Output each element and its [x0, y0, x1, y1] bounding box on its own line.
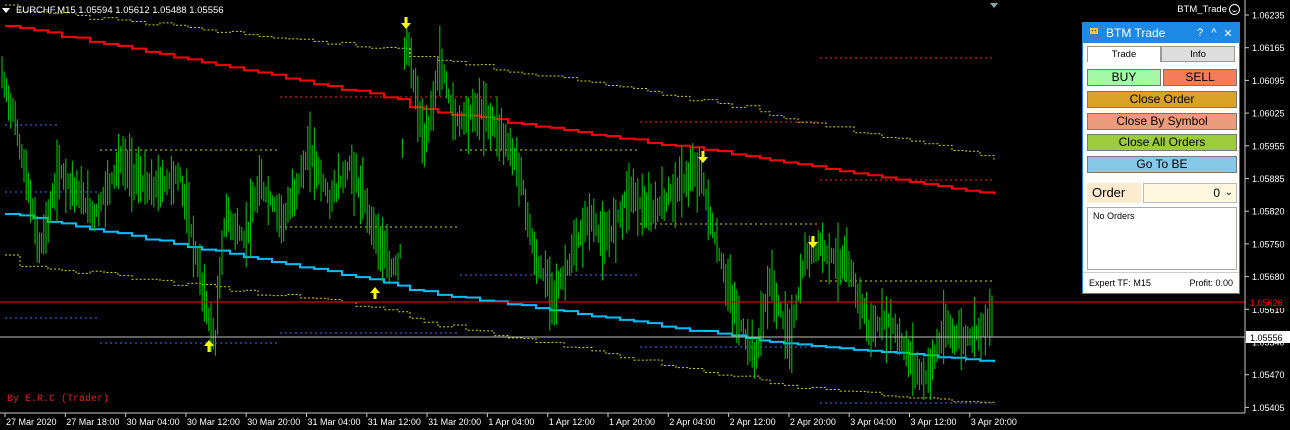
help-button[interactable]: ?: [1193, 27, 1207, 39]
price-tick-label: 1.06165: [1252, 43, 1285, 53]
price-tick-label: 1.06025: [1252, 109, 1285, 119]
red-line-tag-text: 1.05626: [1250, 298, 1283, 308]
panel-footer: Expert TF: M15 Profit: 0.00: [1083, 272, 1239, 293]
time-tick-label: 1 Apr 12:00: [549, 417, 595, 427]
orders-list[interactable]: No Orders: [1087, 207, 1237, 270]
panel-header: BTM Trade ? ^ ✕: [1083, 23, 1239, 43]
close-button[interactable]: ✕: [1221, 27, 1235, 40]
order-label: Order: [1087, 183, 1141, 203]
profit-text: Profit: 0.00: [1189, 278, 1233, 288]
price-tick-label: 1.05405: [1252, 403, 1285, 413]
dropdown-triangle-icon[interactable]: [2, 7, 10, 13]
panel-tabs: Trade Info: [1087, 46, 1235, 62]
panel-title: BTM Trade: [1106, 26, 1166, 40]
sell-button[interactable]: SELL: [1163, 69, 1237, 86]
symbol-info: EURCHF,M15 1.05594 1.05612 1.05488 1.055…: [16, 4, 224, 16]
buy-button[interactable]: BUY: [1087, 69, 1161, 86]
ea-label: BTM_Trade: [1177, 4, 1240, 15]
signature-text: By E.R.C (Trader): [7, 394, 110, 405]
current-price-tag: 1.05556: [1246, 331, 1290, 343]
time-tick-label: 27 Mar 18:00: [66, 417, 119, 427]
time-tick-label: 3 Apr 20:00: [971, 417, 1017, 427]
time-tick-label: 31 Mar 04:00: [308, 417, 361, 427]
close-order-button[interactable]: Close Order: [1087, 91, 1237, 108]
time-tick-label: 31 Mar 20:00: [428, 417, 481, 427]
price-tick-label: 1.05885: [1252, 174, 1285, 184]
tab-trade[interactable]: Trade: [1087, 46, 1161, 62]
order-select[interactable]: 0 ⌄: [1143, 183, 1237, 203]
minimize-button[interactable]: ^: [1207, 27, 1221, 39]
current-price-tag-text: 1.05556: [1250, 333, 1283, 343]
close-all-orders-button[interactable]: Close All Orders: [1087, 134, 1237, 151]
price-tick-label: 1.05680: [1252, 272, 1285, 282]
time-tick-label: 27 Mar 2020: [6, 417, 57, 427]
time-tick-label: 1 Apr 04:00: [488, 417, 534, 427]
price-tick-label: 1.06235: [1252, 11, 1285, 21]
time-tick-label: 3 Apr 12:00: [911, 417, 957, 427]
tab-info[interactable]: Info: [1161, 46, 1235, 62]
time-tick-label: 2 Apr 04:00: [669, 417, 715, 427]
smiley-icon: [1229, 4, 1240, 15]
btm-trade-panel: BTM Trade ? ^ ✕ Trade Info BUY SELL Clos…: [1082, 22, 1240, 294]
go-to-be-button[interactable]: Go To BE: [1087, 156, 1237, 173]
price-tick-label: 1.05820: [1252, 207, 1285, 217]
chevron-down-icon: ⌄: [1224, 187, 1233, 198]
robot-icon: [1087, 26, 1101, 40]
time-tick-label: 2 Apr 20:00: [790, 417, 836, 427]
time-tick-label: 30 Mar 12:00: [187, 417, 240, 427]
price-tick-label: 1.05750: [1252, 239, 1285, 249]
price-tick-label: 1.06095: [1252, 76, 1285, 86]
red-line-tag: 1.05626: [1246, 296, 1290, 308]
close-by-symbol-button[interactable]: Close By Symbol: [1087, 113, 1237, 130]
order-select-value: 0: [1213, 186, 1220, 200]
price-tick-label: 1.05955: [1252, 141, 1285, 151]
time-tick-label: 31 Mar 12:00: [368, 417, 421, 427]
time-tick-label: 30 Mar 20:00: [247, 417, 300, 427]
orders-list-empty-text: No Orders: [1093, 211, 1135, 221]
time-tick-label: 30 Mar 04:00: [127, 417, 180, 427]
time-tick-label: 2 Apr 12:00: [730, 417, 776, 427]
ea-name: BTM_Trade: [1177, 4, 1227, 15]
time-tick-label: 1 Apr 20:00: [609, 417, 655, 427]
price-tick-label: 1.05470: [1252, 370, 1285, 380]
time-tick-label: 3 Apr 04:00: [850, 417, 896, 427]
expert-tf-text: Expert TF: M15: [1089, 278, 1151, 288]
chart-title-bar: EURCHF,M15 1.05594 1.05612 1.05488 1.055…: [2, 3, 224, 17]
